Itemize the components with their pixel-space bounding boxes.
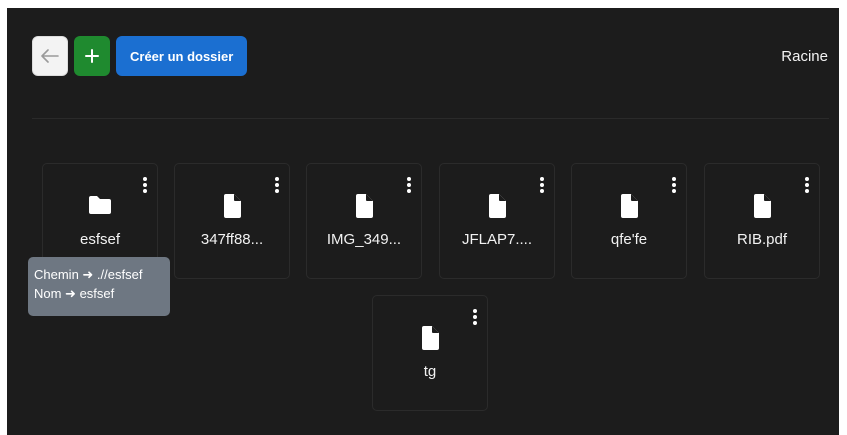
- file-card-jflap7[interactable]: JFLAP7....: [439, 163, 555, 279]
- more-options-icon[interactable]: [671, 176, 677, 194]
- create-folder-button[interactable]: Créer un dossier: [116, 36, 248, 76]
- more-options-icon[interactable]: [472, 308, 478, 326]
- file-name: qfe'fe: [610, 231, 648, 248]
- back-button[interactable]: [32, 36, 68, 76]
- file-card-qfefe[interactable]: qfe'fe: [571, 163, 687, 279]
- file-manager-panel: Créer un dossier Racine esfsef 347ff88..…: [7, 8, 839, 435]
- more-options-icon[interactable]: [274, 176, 280, 194]
- file-name: 347ff88...: [200, 231, 264, 248]
- toolbar: Créer un dossier: [32, 36, 248, 76]
- folder-icon: [89, 196, 111, 214]
- file-name: RIB.pdf: [736, 231, 788, 248]
- file-name: tg: [423, 363, 437, 380]
- file-name: IMG_349...: [326, 231, 402, 248]
- arrow-left-icon: [41, 49, 59, 63]
- file-card-347ff88[interactable]: 347ff88...: [174, 163, 290, 279]
- file-name: JFLAP7....: [461, 231, 533, 248]
- plus-icon: [85, 49, 99, 63]
- file-card-tg[interactable]: tg: [372, 295, 488, 411]
- divider: [32, 118, 829, 119]
- more-options-icon[interactable]: [539, 176, 545, 194]
- file-name: esfsef: [79, 231, 121, 248]
- more-options-icon[interactable]: [804, 176, 810, 194]
- file-card-rib-pdf[interactable]: RIB.pdf: [704, 163, 820, 279]
- file-card-img-349[interactable]: IMG_349...: [306, 163, 422, 279]
- tooltip-path: Chemin ➜ .//esfsef: [34, 267, 143, 282]
- add-button[interactable]: [74, 36, 110, 76]
- file-icon: [621, 194, 638, 218]
- file-info-tooltip: Chemin ➜ .//esfsef Nom ➜ esfsef: [28, 257, 170, 316]
- file-icon: [356, 194, 373, 218]
- file-icon: [422, 326, 439, 350]
- file-icon: [754, 194, 771, 218]
- file-icon: [224, 194, 241, 218]
- more-options-icon[interactable]: [406, 176, 412, 194]
- breadcrumb[interactable]: Racine: [781, 48, 828, 65]
- file-icon: [489, 194, 506, 218]
- tooltip-name: Nom ➜ esfsef: [34, 286, 115, 301]
- more-options-icon[interactable]: [142, 176, 148, 194]
